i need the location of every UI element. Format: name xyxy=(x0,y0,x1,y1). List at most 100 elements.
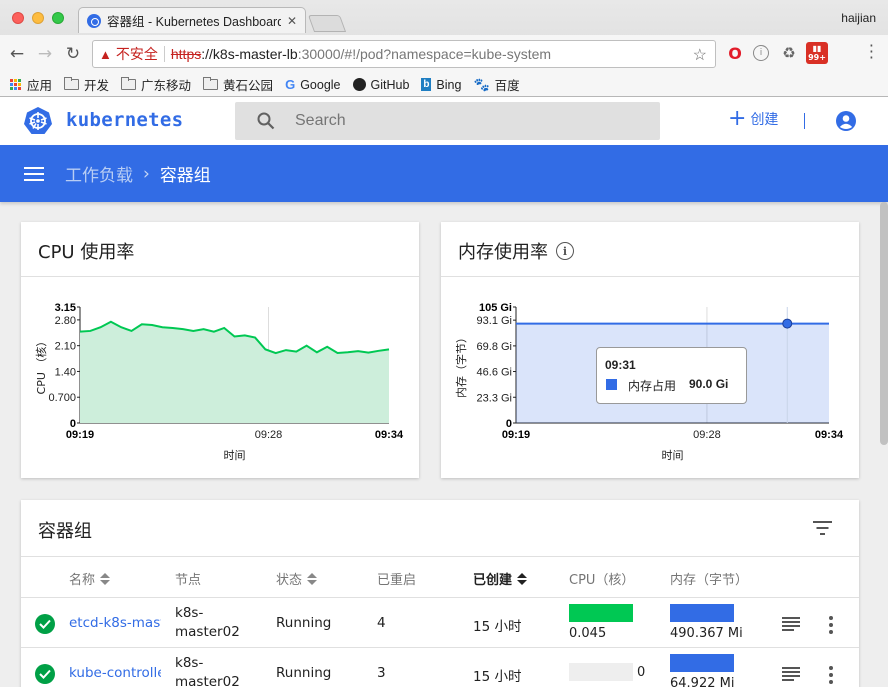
kubernetes-logo-icon[interactable] xyxy=(23,106,53,136)
bookmark-github[interactable]: GitHub xyxy=(352,78,409,92)
address-bar[interactable]: ▲ 不安全 https://k8s-master-lb:30000/#!/pod… xyxy=(92,40,716,68)
new-tab-button[interactable] xyxy=(307,15,347,32)
tooltip-swatch xyxy=(606,379,617,390)
column-node[interactable]: 节点 xyxy=(175,569,201,588)
x-tick-label: 09:28 xyxy=(693,429,721,441)
recycle-extension-icon[interactable]: ♻ xyxy=(780,44,798,62)
cpu-usage-bar xyxy=(569,663,633,681)
x-axis-title: 时间 xyxy=(224,449,246,462)
column-label: 名称 xyxy=(69,573,96,588)
pod-name-link[interactable]: etcd-k8s-mast xyxy=(69,615,161,631)
badge-extension-icon[interactable]: ▮▮ 99+ xyxy=(806,42,828,64)
zoom-window-button[interactable] xyxy=(52,12,64,24)
y-tick-label: 2.10 xyxy=(55,341,76,353)
page-scrollbar[interactable] xyxy=(880,202,888,445)
bing-icon: b xyxy=(421,78,432,91)
create-label: 创建 xyxy=(750,112,779,128)
header-divider xyxy=(804,113,805,129)
bookmark-baidu[interactable]: 🐾 百度 xyxy=(473,75,519,94)
pod-node: k8s- master02 xyxy=(175,604,240,642)
cpu-usage-fill xyxy=(569,604,633,622)
window-controls xyxy=(12,12,64,24)
create-button[interactable]: + 创建 xyxy=(728,106,779,131)
column-label: 节点 xyxy=(175,573,202,588)
y-tick-label: 46.6 Gi xyxy=(477,367,512,379)
table-row[interactable]: kube-controlle k8s- master02 Running 3 1… xyxy=(21,647,859,687)
pod-node-line: k8s- xyxy=(175,605,204,621)
column-memory[interactable]: 内存（字节） xyxy=(670,569,748,588)
y-tick-label: 105 Gi xyxy=(479,302,512,314)
y-tick-label: 2.80 xyxy=(55,315,76,327)
column-label: 状态 xyxy=(276,573,303,588)
pod-node: k8s- master02 xyxy=(175,654,240,687)
cpu-usage-value: 0.045 xyxy=(569,626,607,641)
tab-close-icon[interactable]: ✕ xyxy=(287,14,297,28)
forward-button[interactable]: → xyxy=(34,43,56,65)
circle-extension-icon[interactable]: i xyxy=(753,45,769,61)
plus-icon: + xyxy=(728,106,747,131)
pod-created: 15 小时 xyxy=(473,669,522,685)
column-cpu[interactable]: CPU（核） xyxy=(569,569,634,588)
cpu-usage-value: 0 xyxy=(637,665,646,680)
warning-icon[interactable]: ▲ xyxy=(99,47,112,62)
column-label: 已重启 xyxy=(377,573,417,588)
bookmark-bing[interactable]: b Bing xyxy=(421,78,461,92)
bookmark-dev[interactable]: 开发 xyxy=(64,75,109,94)
search-icon xyxy=(257,112,275,130)
bookmark-apps[interactable]: 应用 xyxy=(10,75,52,94)
card-title: 容器组 xyxy=(38,517,92,543)
github-icon xyxy=(352,78,366,91)
opera-extension-icon[interactable]: O xyxy=(726,44,744,63)
search-input[interactable]: Search xyxy=(295,112,346,130)
brand-name[interactable]: kubernetes xyxy=(66,109,183,131)
chart-tooltip: 09:31 内存占用 90.0 Gi xyxy=(596,347,747,404)
menu-icon[interactable] xyxy=(24,166,44,181)
search-bar[interactable]: Search xyxy=(235,102,660,140)
account-icon[interactable] xyxy=(835,110,857,132)
breadcrumb-workloads[interactable]: 工作负载 xyxy=(65,161,133,186)
logs-icon[interactable] xyxy=(782,667,800,681)
folder-icon xyxy=(64,77,80,90)
column-name[interactable]: 名称 xyxy=(69,569,111,588)
column-created[interactable]: 已创建 xyxy=(473,569,528,588)
browser-chrome: 容器组 - Kubernetes Dashboard ✕ haijian ← →… xyxy=(0,0,888,97)
kubernetes-favicon-icon xyxy=(87,13,101,28)
close-window-button[interactable] xyxy=(12,12,24,24)
more-actions-icon[interactable] xyxy=(829,616,833,634)
hover-point xyxy=(782,318,793,329)
filter-icon[interactable] xyxy=(813,521,832,535)
minimize-window-button[interactable] xyxy=(32,12,44,24)
baidu-icon: 🐾 xyxy=(473,76,490,92)
bookmark-star-icon[interactable]: ☆ xyxy=(693,45,707,65)
bookmark-label: 黄石公园 xyxy=(223,79,274,93)
url-host: ://k8s-master-lb xyxy=(201,46,298,62)
x-tick-label: 09:19 xyxy=(66,429,94,441)
bookmark-gd-mobile[interactable]: 广东移动 xyxy=(121,75,191,94)
more-actions-icon[interactable] xyxy=(829,666,833,684)
column-label: 内存（字节） xyxy=(670,573,749,588)
y-axis-title: 内存（字节） xyxy=(454,332,468,398)
tooltip-value: 90.0 Gi xyxy=(689,377,729,391)
tab-title: 容器组 - Kubernetes Dashboard xyxy=(107,15,281,29)
bookmark-yellowstone[interactable]: 黄石公园 xyxy=(203,75,273,94)
column-restarts[interactable]: 已重启 xyxy=(377,569,416,588)
bookmark-label: Bing xyxy=(436,77,462,92)
status-ok-icon xyxy=(35,614,55,634)
pod-created: 15 小时 xyxy=(473,619,522,635)
table-row[interactable]: etcd-k8s-mast k8s- master02 Running 4 15… xyxy=(21,597,859,647)
profile-name[interactable]: haijian xyxy=(841,11,876,25)
google-icon: G xyxy=(285,77,296,92)
browser-tab[interactable]: 容器组 - Kubernetes Dashboard ✕ xyxy=(78,7,306,33)
back-button[interactable]: ← xyxy=(6,43,28,65)
url-path: :30000/#!/pod?namespace=kube-system xyxy=(297,46,552,62)
pod-name-link[interactable]: kube-controlle xyxy=(69,665,161,681)
y-tick-label: 93.1 Gi xyxy=(477,315,512,327)
reload-button[interactable]: ↻ xyxy=(62,43,84,65)
security-label[interactable]: 不安全 xyxy=(116,44,158,64)
bookmark-google[interactable]: G Google xyxy=(285,77,340,92)
bookmark-label: 开发 xyxy=(84,79,110,93)
cpu-usage-chart[interactable]: 3.152.802.101.400.700009:19 09:28 09:34时间C… xyxy=(21,222,419,478)
logs-icon[interactable] xyxy=(782,617,800,631)
column-status[interactable]: 状态 xyxy=(276,569,318,588)
browser-menu-icon[interactable]: · · · xyxy=(869,38,874,66)
